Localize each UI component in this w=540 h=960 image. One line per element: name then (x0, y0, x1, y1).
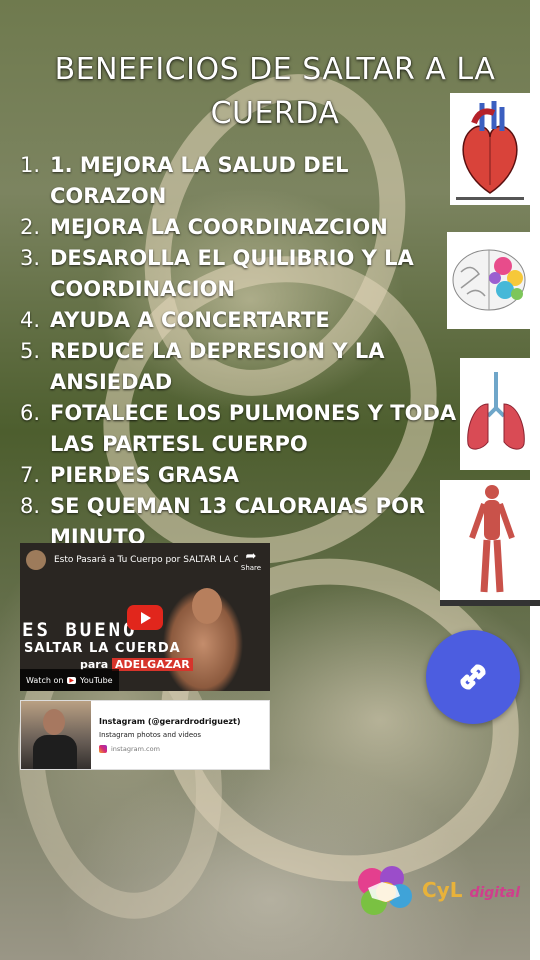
item-number: 6. (20, 401, 41, 425)
instagram-url-text: instagram.com (111, 745, 160, 753)
list-item: 7. PIERDES GRASA (20, 460, 460, 491)
cyl-digital-logo: CyL digital (352, 862, 532, 922)
item-text: MEJORA LA COORDINAZCION (50, 215, 388, 239)
video-thumbnail-head (192, 588, 222, 624)
lungs-image[interactable] (460, 358, 532, 470)
share-icon: ➦ (245, 548, 257, 564)
muscle-body-icon (440, 485, 540, 606)
item-text: 1. MEJORA LA SALUD DEL CORAZON (50, 153, 349, 208)
item-text: AYUDA A CONCERTARTE (50, 308, 330, 332)
link-button[interactable] (426, 630, 520, 724)
item-number: 4. (20, 308, 41, 332)
lungs-icon (467, 372, 525, 450)
list-item: 3. DESAROLLA EL QUILIBRIO Y LA COORDINACI… (20, 243, 460, 305)
heart-image[interactable] (450, 93, 530, 205)
muscles-image[interactable] (440, 480, 540, 606)
link-icon (460, 664, 486, 690)
list-item: 4. AYUDA A CONCERTARTE (20, 305, 460, 336)
list-item: 1. 1. MEJORA LA SALUD DEL CORAZON (20, 150, 460, 212)
brain-image[interactable] (447, 232, 532, 329)
logo-text-digital: digital (469, 885, 521, 901)
item-text: FOTALECE LOS PULMONES Y TODA LAS PARTESL… (50, 401, 457, 456)
item-number: 2. (20, 215, 41, 239)
watch-on-label: Watch on (26, 675, 64, 685)
instagram-url[interactable]: instagram.com (99, 745, 160, 753)
item-text: REDUCE LA DEPRESION Y LA ANSIEDAD (50, 339, 385, 394)
page-title: BENEFICIOS DE SALTAR A LA CUERDA (54, 52, 496, 131)
item-number: 5. (20, 339, 41, 363)
item-text: DESAROLLA EL QUILIBRIO Y LA COORDINACION (50, 246, 414, 301)
share-button[interactable]: ➦ Share (238, 549, 264, 572)
video-title[interactable]: Esto Pasará a Tu Cuerpo por SALTAR LA C.… (54, 555, 238, 565)
video-header: Esto Pasará a Tu Cuerpo por SALTAR LA C.… (20, 543, 270, 577)
item-number: 3. (20, 246, 41, 270)
share-label: Share (240, 563, 262, 572)
cyl-logo-mark (358, 866, 412, 915)
youtube-video-embed[interactable]: Esto Pasará a Tu Cuerpo por SALTAR LA C.… (20, 543, 270, 691)
list-item: 5. REDUCE LA DEPRESION Y LA ANSIEDAD (20, 336, 460, 398)
thumbnail-highlight: ADELGAZAR (112, 658, 193, 671)
list-item: 6. FOTALECE LOS PULMONES Y TODA LAS PARTE… (20, 398, 460, 460)
item-text: PIERDES GRASA (50, 463, 239, 487)
instagram-embed[interactable]: Instagram (@gerardrodriguezt) Instagram … (20, 700, 270, 770)
logo-text: CyL digital (422, 878, 520, 902)
youtube-logo-icon: ▶ (67, 676, 77, 684)
photo-face (43, 709, 65, 735)
instagram-title[interactable]: Instagram (@gerardrodriguezt) (99, 717, 241, 726)
thumbnail-text-line1: ES BUENO (22, 619, 138, 641)
watch-on-youtube-button[interactable]: Watch on ▶ YouTube (20, 669, 119, 691)
benefits-list: 1. 1. MEJORA LA SALUD DEL CORAZON 2. MEJOR… (20, 150, 460, 553)
channel-avatar[interactable] (26, 550, 46, 570)
logo-text-cyl: CyL (422, 878, 463, 902)
list-item: 2. MEJORA LA COORDINAZCION (20, 212, 460, 243)
item-number: 7. (20, 463, 41, 487)
item-number: 1. (20, 153, 41, 177)
play-button[interactable] (127, 605, 163, 630)
youtube-label: YouTube (80, 675, 113, 685)
instagram-icon (99, 745, 107, 753)
instagram-subtitle: Instagram photos and videos (99, 731, 202, 739)
thumbnail-text-line2: SALTAR LA CUERDA (24, 641, 181, 656)
photo-body (33, 735, 77, 769)
brain-icon (452, 249, 526, 311)
heart-icon (456, 101, 524, 200)
instagram-profile-photo (21, 701, 91, 769)
